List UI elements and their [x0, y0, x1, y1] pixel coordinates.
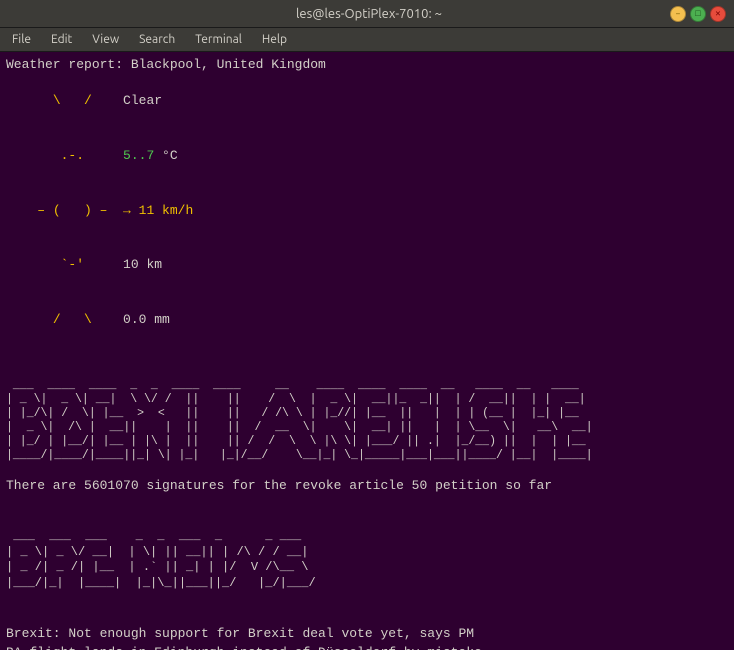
weather-header: Weather report: Blackpool, United Kingdo… [6, 56, 728, 74]
weather-line-4: `-' 10 km [6, 238, 728, 293]
weather-line-1: \ / Clear [6, 74, 728, 129]
bbc-ascii-art: ___ ___ ___ _ _ ___ _ _ ___ | _ \| _ \/ … [6, 514, 728, 608]
sun-icon: \ / [37, 93, 107, 108]
menu-search[interactable]: Search [131, 31, 183, 48]
spacer1 [6, 347, 728, 365]
weather-line-2: .-. 5..7 °C [6, 129, 728, 184]
terminal-content[interactable]: Weather report: Blackpool, United Kingdo… [0, 52, 734, 650]
news-item-2: BA flight lands in Edinburgh instead of … [6, 644, 728, 650]
brexit-signature-text: There are 5601070 signatures for the rev… [6, 477, 728, 495]
menu-terminal[interactable]: Terminal [187, 31, 250, 48]
brexit-ascii-art: ___ ____ ____ _ _ ____ ____ __ ____ ____… [6, 365, 728, 477]
maximize-button[interactable]: □ [690, 6, 706, 22]
sun-bottom: `-' [37, 257, 107, 272]
minimize-button[interactable]: – [670, 6, 686, 22]
menu-edit[interactable]: Edit [43, 31, 80, 48]
window-title: les@les-OptiPlex-7010: ~ [68, 7, 670, 21]
weather-line-3: ‒ ( ) ‒ → 11 km/h [6, 183, 728, 238]
window-controls: – □ ✕ [670, 6, 726, 22]
weather-line-5: / \ 0.0 mm [6, 292, 728, 347]
sun-circle: ‒ ( ) ‒ [37, 203, 107, 218]
sun-rays: / \ [37, 312, 107, 327]
menubar: File Edit View Search Terminal Help [0, 28, 734, 52]
news-item-1: Brexit: Not enough support for Brexit de… [6, 625, 728, 643]
menu-help[interactable]: Help [254, 31, 295, 48]
spacer2 [6, 496, 728, 514]
titlebar: les@les-OptiPlex-7010: ~ – □ ✕ [0, 0, 734, 28]
news-list: Brexit: Not enough support for Brexit de… [6, 625, 728, 650]
spacer3 [6, 607, 728, 625]
menu-view[interactable]: View [84, 31, 127, 48]
close-button[interactable]: ✕ [710, 6, 726, 22]
sun-dot: .-. [37, 148, 107, 163]
menu-file[interactable]: File [4, 31, 39, 48]
